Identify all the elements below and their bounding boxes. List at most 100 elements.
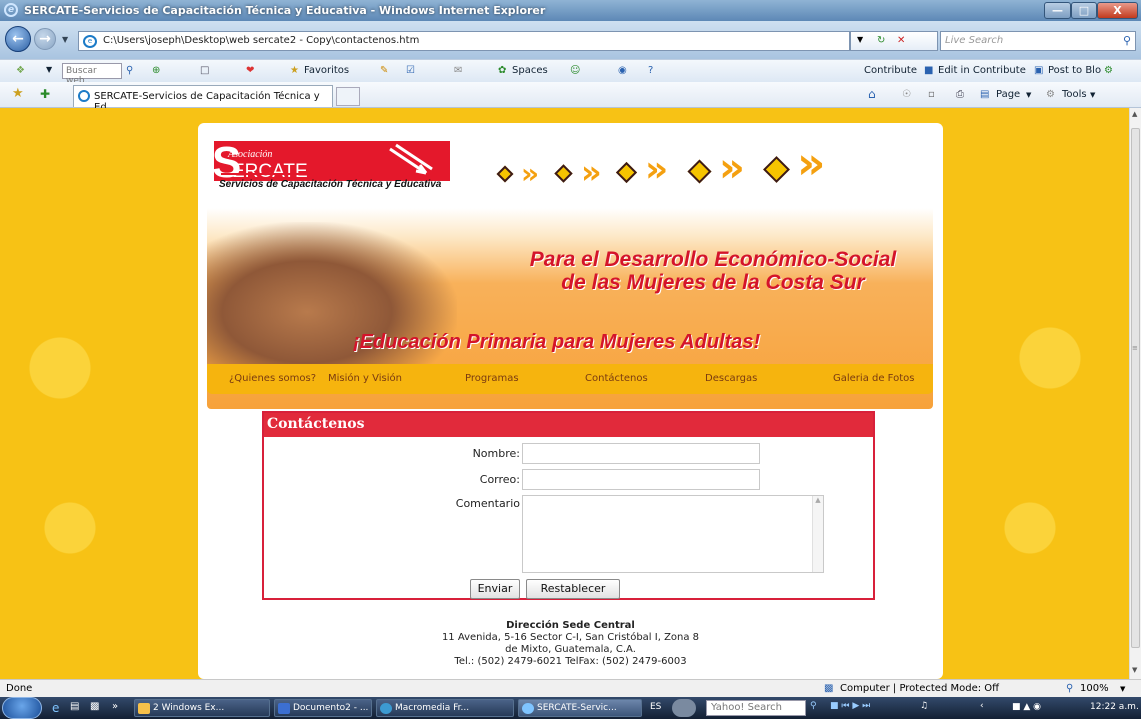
window-title-bar[interactable]: e SERCATE-Servicios de Capacitación Técn…	[0, 0, 1141, 21]
stop-icon[interactable]: ✕	[897, 35, 905, 46]
search-icon[interactable]: ⚲	[1123, 34, 1131, 47]
scroll-up-icon[interactable]: ▲	[1132, 110, 1137, 118]
refresh-icon[interactable]: ↻	[877, 35, 885, 46]
live-search-input[interactable]: Live Search ⚲	[940, 31, 1136, 51]
folder-icon	[138, 703, 150, 714]
toolbar-options-icon[interactable]: ⚙	[1104, 65, 1113, 76]
tray-expand-icon[interactable]: ‹	[980, 701, 984, 711]
spaces-button[interactable]: Spaces	[512, 65, 548, 76]
vertical-scrollbar[interactable]: ▲ ≡ ▼	[1129, 108, 1141, 679]
start-button[interactable]	[2, 697, 42, 719]
edit-in-contribute-button[interactable]: Edit in Contribute	[938, 65, 1026, 76]
textarea-scrollbar[interactable]: ▲	[812, 496, 823, 572]
taskbar-item-documento[interactable]: Documento2 - ...	[274, 699, 372, 717]
toolbar-search-icon[interactable]: ⚲	[126, 65, 133, 76]
minimize-button[interactable]: —	[1044, 2, 1071, 19]
menu-item-descargas[interactable]: Descargas	[705, 373, 757, 384]
sercate-logo[interactable]: Asociación S ERCATE	[212, 141, 450, 185]
forward-button[interactable]: →	[34, 28, 56, 50]
favoritos-button[interactable]: Favoritos	[304, 65, 349, 76]
headset-icon[interactable]: ◉	[618, 65, 627, 76]
mail-icon[interactable]: ✉	[454, 65, 462, 76]
read-mail-icon[interactable]: ▫	[928, 89, 935, 100]
enviar-button[interactable]: Enviar	[470, 579, 520, 599]
scroll-grip-icon: ≡	[1132, 344, 1138, 352]
diamond-icon	[615, 161, 638, 184]
taskbar-item-label: Macromedia Fr...	[395, 703, 470, 713]
address-bar[interactable]: e C:\Users\joseph\Desktop\web sercate2 -…	[78, 31, 850, 51]
macromedia-icon	[380, 703, 392, 714]
page-footer: Dirección Sede Central 11 Avenida, 5-16 …	[198, 620, 943, 668]
toolbar-add-icon[interactable]: ⊕	[152, 65, 160, 76]
yahoo-search-icon[interactable]: ⚲	[810, 701, 817, 711]
pencil-icon[interactable]: ✎	[380, 65, 388, 76]
scroll-thumb[interactable]	[1131, 128, 1140, 648]
tools-menu-button[interactable]: Tools	[1062, 89, 1087, 100]
toolbar-window-icon[interactable]: □	[200, 65, 209, 76]
contact-form: Contáctenos Nombre: Correo: Comentario ▲…	[262, 411, 875, 600]
menu-item-mision-vision[interactable]: Misión y Visión	[328, 373, 402, 384]
zoom-dropdown-icon[interactable]: ▼	[1120, 685, 1125, 693]
hp-icon[interactable]	[672, 699, 696, 717]
menu-item-quienes-somos[interactable]: ¿Quienes somos?	[229, 373, 316, 384]
taskbar-item-sercate[interactable]: SERCATE-Servic...	[518, 699, 642, 717]
media-player-controls-icon[interactable]: ■ ⏮ ▶ ⏭	[830, 701, 870, 711]
quicklaunch-desktop-icon[interactable]: ▤	[70, 701, 79, 712]
language-indicator[interactable]: ES	[650, 702, 661, 712]
page-menu-button[interactable]: Page	[996, 89, 1020, 100]
volume-icon[interactable]: ♫	[920, 701, 928, 711]
maximize-button[interactable]: □	[1071, 2, 1097, 19]
taskbar-item-macromedia[interactable]: Macromedia Fr...	[376, 699, 514, 717]
back-button[interactable]: ←	[5, 26, 31, 52]
add-favorite-icon[interactable]: ✚	[40, 87, 50, 101]
correo-input[interactable]	[522, 469, 760, 490]
toolbar-heart-icon[interactable]: ❤	[246, 65, 254, 76]
quicklaunch-ie-icon[interactable]: e	[52, 701, 59, 715]
quicklaunch-more-icon[interactable]: »	[112, 701, 118, 712]
zoom-icon: ⚲	[1066, 683, 1074, 694]
help-icon[interactable]: ?	[648, 65, 653, 76]
page-icon: e	[83, 35, 97, 48]
quicklaunch-switch-icon[interactable]: ▩	[90, 701, 99, 712]
page-dropdown-icon[interactable]: ▼	[1026, 91, 1031, 99]
yahoo-search-input[interactable]: Yahoo! Search	[706, 700, 806, 716]
browser-tab[interactable]: SERCATE-Servicios de Capacitación Técnic…	[73, 85, 333, 113]
nombre-input[interactable]	[522, 443, 760, 464]
new-tab-button[interactable]	[336, 87, 360, 106]
address-tools: ▼ ↻ ✕	[850, 31, 938, 51]
footer-title: Dirección Sede Central	[506, 620, 635, 631]
scroll-down-icon[interactable]: ▼	[1132, 666, 1137, 674]
menu-item-galeria[interactable]: Galeria de Fotos	[833, 373, 914, 384]
close-button[interactable]: X	[1097, 2, 1138, 19]
diamond-icon	[496, 165, 514, 183]
arrow-icon: »	[719, 145, 745, 191]
status-text: Done	[6, 683, 33, 694]
taskbar-item-windows-explorer[interactable]: 2 Windows Ex...	[134, 699, 270, 717]
contribute-button[interactable]: Contribute	[864, 65, 917, 76]
favorites-center-icon[interactable]: ★	[12, 86, 24, 101]
post-to-blog-button[interactable]: Post to Blo	[1048, 65, 1101, 76]
comentario-textarea[interactable]: ▲	[522, 495, 824, 573]
print-icon[interactable]: ⎙	[956, 89, 964, 100]
buscar-web-input[interactable]: Buscar web..	[62, 63, 122, 86]
feeds-icon[interactable]: ☉	[902, 89, 911, 100]
system-tray-icons[interactable]: ■ ▲ ◉	[1012, 702, 1041, 712]
security-zone[interactable]: Computer | Protected Mode: Off	[840, 683, 999, 694]
messenger-icon[interactable]: ☺	[570, 65, 580, 76]
menu-item-contactenos[interactable]: Contáctenos	[585, 373, 648, 384]
taskbar-clock[interactable]: 12:22 a.m.	[1090, 702, 1139, 712]
windows-taskbar: e ▤ ▩ » 2 Windows Ex... Documento2 - ...…	[0, 697, 1141, 719]
address-dropdown-icon[interactable]: ▼	[857, 35, 863, 44]
header-banner-text: ¡Educación Primaria para Mujeres Adultas…	[353, 331, 761, 353]
menu-item-programas[interactable]: Programas	[465, 373, 519, 384]
zoom-level[interactable]: 100%	[1080, 683, 1109, 694]
word-icon	[278, 703, 290, 714]
toolbar-dropdown-icon[interactable]: ▼	[46, 65, 52, 74]
form-heading: Contáctenos	[264, 413, 873, 437]
edit-icon[interactable]: ☑	[406, 65, 415, 76]
tools-dropdown-icon[interactable]: ▼	[1090, 91, 1095, 99]
restablecer-button[interactable]: Restablecer	[526, 579, 620, 599]
home-icon[interactable]: ⌂	[868, 87, 876, 101]
recent-pages-dropdown-icon[interactable]: ▼	[62, 35, 68, 44]
taskbar-item-label: 2 Windows Ex...	[153, 703, 225, 713]
